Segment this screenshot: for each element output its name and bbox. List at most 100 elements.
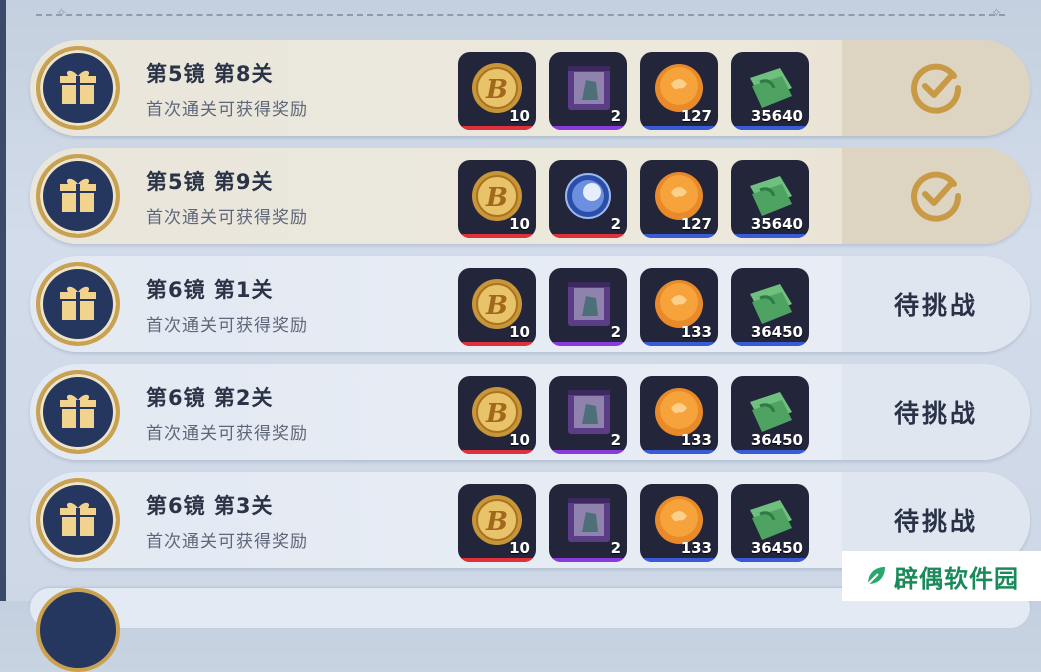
reward-item[interactable]: B 10 [458, 268, 536, 346]
completed-status [842, 40, 1030, 136]
stage-subtitle: 首次通关可获得奖励 [146, 208, 308, 228]
rarity-bar [640, 234, 718, 238]
stage-reward-list: 第5镜 第8关 首次通关可获得奖励 B 10 2 127 35640 第5镜 第9关 首次通关可… [30, 40, 1030, 580]
rarity-bar [731, 342, 809, 346]
reward-item[interactable]: 2 [549, 376, 627, 454]
svg-text:B: B [485, 507, 508, 537]
rarity-bar [640, 126, 718, 130]
stage-row[interactable]: 第5镜 第9关首次通关可获得奖励 B 10 2 127 35640 [30, 148, 1030, 244]
reward-item[interactable]: 36450 [731, 376, 809, 454]
rarity-bar [549, 342, 627, 346]
stage-title: 第6镜 第2关 [146, 386, 274, 410]
reward-item[interactable]: 133 [640, 376, 718, 454]
gift-badge [36, 46, 120, 130]
watermark: 辟偶软件园 [842, 551, 1041, 601]
stage-title: 第5镜 第8关 [146, 62, 274, 86]
reward-item[interactable]: 36450 [731, 484, 809, 562]
gift-icon [54, 494, 102, 546]
top-divider: ✧ ✧ [36, 6, 1005, 26]
stage-title: 第5镜 第9关 [146, 170, 274, 194]
reward-quantity: 133 [680, 431, 712, 449]
rarity-bar [640, 558, 718, 562]
reward-quantity: 10 [509, 323, 530, 341]
reward-quantity: 10 [509, 539, 530, 557]
gift-badge [36, 370, 120, 454]
challenge-label: 待挑战 [893, 507, 978, 536]
gift-badge [36, 478, 120, 562]
reward-quantity: 36450 [750, 431, 803, 449]
reward-item[interactable]: 133 [640, 268, 718, 346]
stage-subtitle: 首次通关可获得奖励 [146, 316, 308, 336]
reward-item[interactable]: B 10 [458, 484, 536, 562]
challenge-button[interactable]: 待挑战 [842, 256, 1030, 352]
leaf-logo-icon [867, 567, 885, 585]
reward-item[interactable]: 35640 [731, 52, 809, 130]
reward-quantity: 36450 [750, 323, 803, 341]
rarity-bar [458, 126, 536, 130]
svg-text:B: B [485, 183, 508, 213]
rarity-bar [731, 558, 809, 562]
rarity-bar [731, 450, 809, 454]
rarity-bar [549, 126, 627, 130]
stage-subtitle: 首次通关可获得奖励 [146, 100, 308, 120]
reward-item[interactable]: 2 [549, 160, 627, 238]
reward-quantity: 2 [610, 431, 621, 449]
rarity-bar [549, 450, 627, 454]
challenge-label: 待挑战 [893, 399, 978, 428]
reward-item[interactable]: 133 [640, 484, 718, 562]
rarity-bar [549, 234, 627, 238]
svg-text:B: B [485, 291, 508, 321]
reward-quantity: 35640 [750, 107, 803, 125]
reward-quantity: 127 [680, 215, 712, 233]
reward-item[interactable]: 35640 [731, 160, 809, 238]
reward-item[interactable]: 127 [640, 160, 718, 238]
rarity-bar [549, 558, 627, 562]
rarity-bar [640, 342, 718, 346]
stage-title: 第6镜 第3关 [146, 494, 274, 518]
left-edge-bar [0, 0, 6, 601]
rarity-bar [458, 234, 536, 238]
gift-icon [54, 278, 102, 330]
stage-title: 第6镜 第1关 [146, 278, 274, 302]
reward-quantity: 127 [680, 107, 712, 125]
reward-quantity: 36450 [750, 539, 803, 557]
stage-row[interactable]: 第5镜 第8关 首次通关可获得奖励 B 10 2 127 35640 [30, 40, 1030, 136]
stage-row[interactable]: 第6镜 第2关 首次通关可获得奖励 B 10 2 133 36450 待挑战 [30, 364, 1030, 460]
reward-quantity: 133 [680, 539, 712, 557]
rarity-bar [731, 234, 809, 238]
rarity-bar [458, 558, 536, 562]
reward-item[interactable]: B 10 [458, 376, 536, 454]
completed-status [842, 148, 1030, 244]
reward-item[interactable]: 2 [549, 268, 627, 346]
divider-ornament-left: ✧ [56, 6, 67, 21]
challenge-button[interactable]: 待挑战 [842, 364, 1030, 460]
reward-item[interactable]: 127 [640, 52, 718, 130]
reward-quantity: 2 [610, 215, 621, 233]
reward-item[interactable]: B 10 [458, 160, 536, 238]
stage-row[interactable]: 第6镜 第1关首次通关可获得奖励 B 10 2 133 36450 待挑战 [30, 256, 1030, 352]
challenge-label: 待挑战 [893, 291, 978, 320]
rarity-bar [458, 342, 536, 346]
gift-badge [36, 154, 120, 238]
reward-quantity: 35640 [750, 215, 803, 233]
gift-icon [54, 386, 102, 438]
check-circle-icon [908, 166, 964, 226]
reward-quantity: 133 [680, 323, 712, 341]
gift-icon [54, 62, 102, 114]
svg-text:B: B [485, 399, 508, 429]
reward-item[interactable]: 2 [549, 484, 627, 562]
reward-item[interactable]: 2 [549, 52, 627, 130]
stage-subtitle: 首次通关可获得奖励 [146, 532, 308, 552]
divider-ornament-right: ✧ [991, 6, 1002, 21]
check-circle-icon [908, 58, 964, 118]
svg-text:B: B [485, 75, 508, 105]
rarity-bar [458, 450, 536, 454]
reward-item[interactable]: 36450 [731, 268, 809, 346]
gift-icon [54, 170, 102, 222]
reward-quantity: 2 [610, 539, 621, 557]
rarity-bar [640, 450, 718, 454]
reward-quantity: 2 [610, 323, 621, 341]
reward-item[interactable]: B 10 [458, 52, 536, 130]
reward-quantity: 10 [509, 431, 530, 449]
reward-quantity: 10 [509, 107, 530, 125]
